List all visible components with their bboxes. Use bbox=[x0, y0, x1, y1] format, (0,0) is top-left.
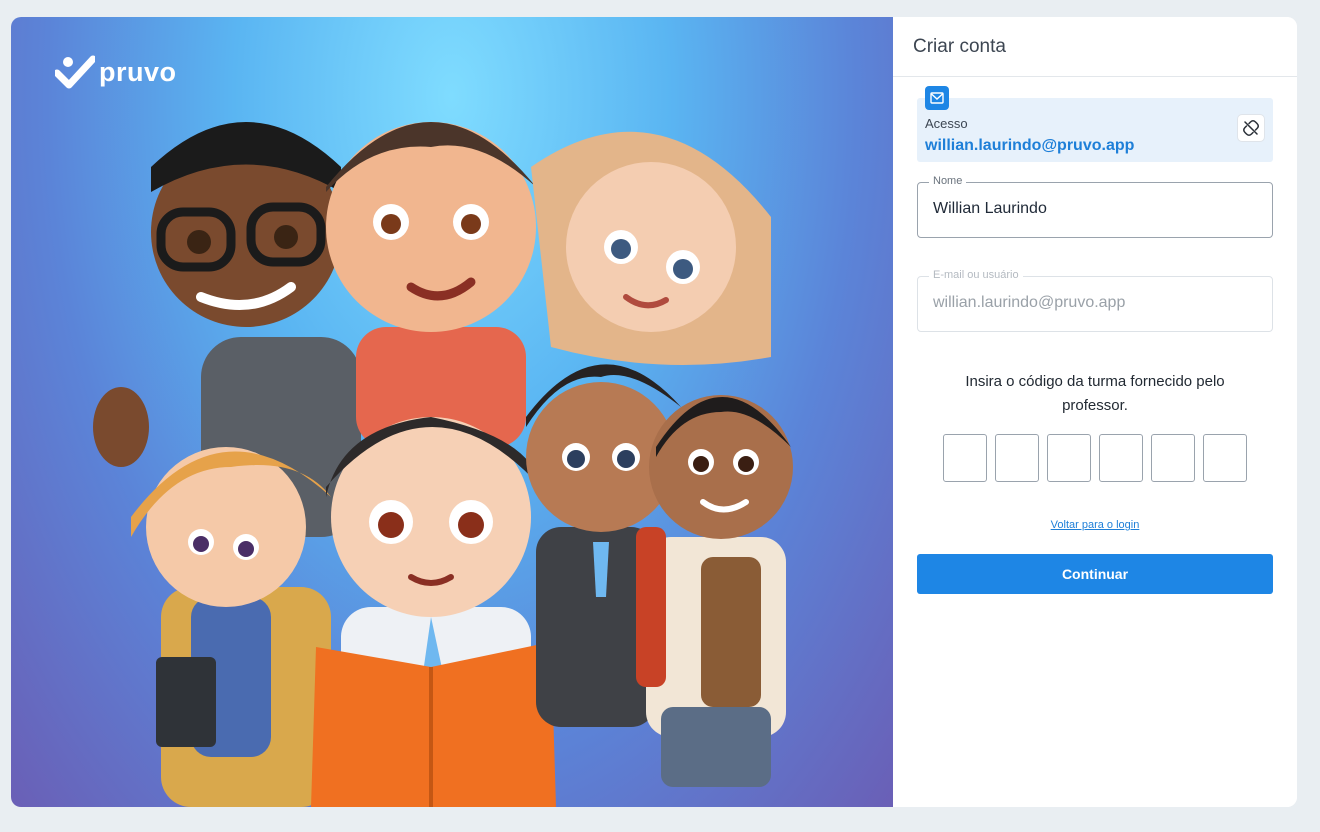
class-code-digit-5[interactable] bbox=[1151, 434, 1195, 482]
access-label: Acesso bbox=[925, 116, 968, 131]
class-code-digit-3[interactable] bbox=[1047, 434, 1091, 482]
page-title: Criar conta bbox=[893, 17, 1297, 77]
class-code-digit-6[interactable] bbox=[1203, 434, 1247, 482]
brand-name: pruvo bbox=[99, 56, 177, 87]
brand-logo: pruvo bbox=[55, 55, 177, 89]
class-code-digit-4[interactable] bbox=[1099, 434, 1143, 482]
class-code-instruction: Insira o código da turma fornecido pelo … bbox=[965, 373, 1225, 414]
hero-illustration: pruvo bbox=[11, 17, 893, 807]
login-field-label: E-mail ou usuário bbox=[929, 269, 1023, 281]
name-field[interactable]: Nome Willian Laurindo bbox=[917, 175, 1273, 238]
class-code-digit-2[interactable] bbox=[995, 434, 1039, 482]
login-input: willian.laurindo@pruvo.app bbox=[933, 294, 1126, 311]
access-info-box: Acesso willian.laurindo@pruvo.app bbox=[917, 86, 1273, 162]
student-boy-center bbox=[326, 122, 536, 447]
back-to-login-link[interactable]: Voltar para o login bbox=[893, 519, 1297, 531]
unlink-icon bbox=[1243, 120, 1259, 136]
class-code-digit-1[interactable] bbox=[943, 434, 987, 482]
student-girl-blonde bbox=[531, 131, 771, 365]
signup-card: pruvo Criar conta Acesso willian.laurind… bbox=[11, 17, 1297, 807]
access-email: willian.laurindo@pruvo.app bbox=[925, 137, 1135, 154]
students-illustration bbox=[93, 122, 793, 807]
class-code-inputs bbox=[943, 434, 1247, 482]
checkmark-logo-icon bbox=[55, 55, 95, 89]
mail-icon bbox=[925, 86, 949, 110]
continue-button[interactable]: Continuar bbox=[917, 554, 1273, 594]
student-boy-backpack bbox=[636, 395, 793, 787]
name-field-label: Nome bbox=[929, 175, 967, 187]
login-field: E-mail ou usuário willian.laurindo@pruvo… bbox=[917, 269, 1273, 332]
name-input[interactable]: Willian Laurindo bbox=[933, 200, 1047, 218]
signup-panel: Criar conta Acesso willian.laurindo@pruv… bbox=[893, 17, 1297, 807]
student-girl-left bbox=[131, 447, 331, 807]
unlink-button[interactable] bbox=[1237, 114, 1265, 142]
student-girl-book bbox=[311, 417, 556, 807]
